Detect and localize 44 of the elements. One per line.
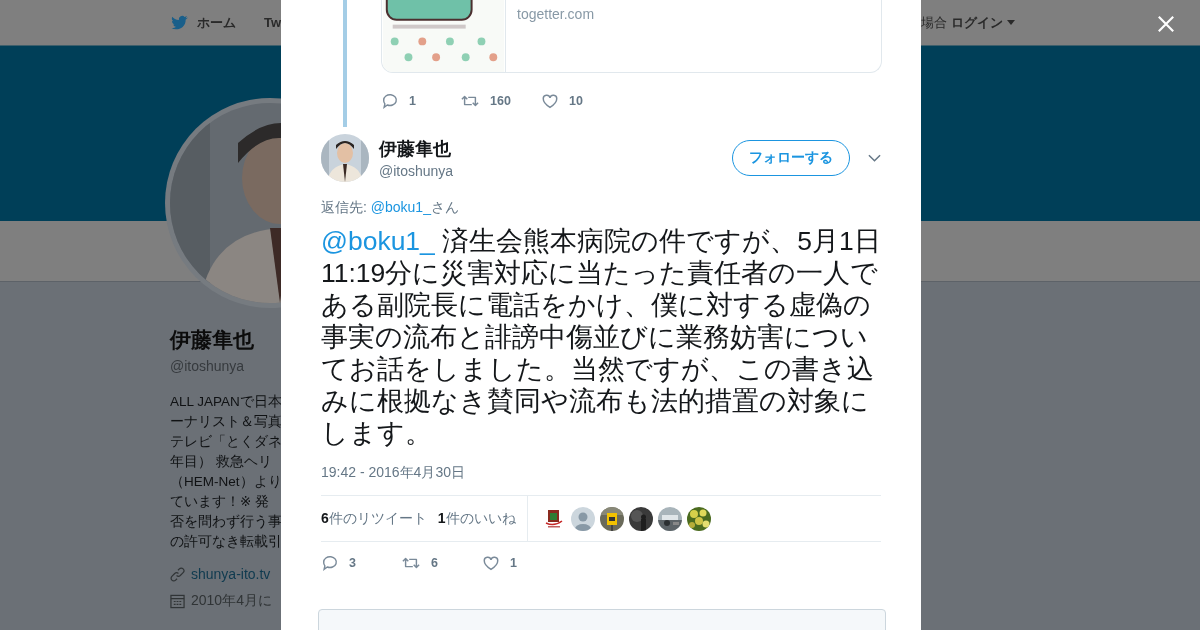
bio-text: ています！※ 発 xyxy=(170,493,271,511)
close-icon[interactable] xyxy=(1157,15,1175,33)
card-domain: togetter.com xyxy=(516,5,595,24)
bio-text: 年目） 救急ヘリ xyxy=(170,453,273,471)
reply-icon[interactable] xyxy=(321,554,339,572)
action-count: 1 xyxy=(409,94,416,108)
join-date-text: 2010年4月に xyxy=(191,592,272,610)
link-card[interactable]: togetter.com xyxy=(381,0,882,73)
home-link[interactable]: ホーム xyxy=(197,13,236,32)
mention-link[interactable]: @boku1_ xyxy=(370,199,431,215)
action-count: 10 xyxy=(569,94,583,108)
login-link[interactable]: ログイン xyxy=(951,13,1003,32)
action-count: 3 xyxy=(349,556,356,570)
stat-link[interactable]: 6件のリツイート xyxy=(321,509,427,528)
link-icon xyxy=(170,566,185,582)
calendar-icon xyxy=(170,593,185,609)
bio-text: ーナリスト＆写真 xyxy=(170,413,281,431)
action-count: 6 xyxy=(431,556,438,570)
bio-text: 否を問わず行う事 xyxy=(170,513,281,531)
profile-name: 伊藤隼也 xyxy=(170,327,255,353)
bio-text: ALL JAPANで日本 xyxy=(170,393,281,411)
nav-link[interactable]: Tw xyxy=(264,15,282,30)
login-prompt-text: 場合 xyxy=(921,13,947,32)
bio-text: の許可なき転載引 xyxy=(170,533,281,551)
author-handle: @itoshunya xyxy=(379,163,454,179)
caret-icon[interactable] xyxy=(1007,20,1015,25)
bird-logo-icon[interactable] xyxy=(170,14,190,31)
like-icon[interactable] xyxy=(541,92,559,110)
chevron-down-icon[interactable] xyxy=(868,154,881,162)
action-count: 1 xyxy=(510,556,517,570)
reply-icon[interactable] xyxy=(381,92,399,110)
tweet-timestamp: 19:42 - 2016年4月30日 xyxy=(321,464,466,482)
website-link[interactable]: shunya-ito.tv xyxy=(191,566,271,582)
like-icon[interactable] xyxy=(482,554,500,572)
stat-link[interactable]: 1件のいいね xyxy=(437,509,516,528)
action-count: 160 xyxy=(490,94,511,108)
mention-link[interactable]: @boku1_ xyxy=(321,226,435,256)
profile-handle: @itoshunya xyxy=(170,358,246,374)
follow-button[interactable]: フォローする xyxy=(732,140,850,176)
bio-text: テレビ「とくダネ xyxy=(170,433,281,451)
tweet-text: @boku1_ 済生会熊本病院の件ですが、5月1日11:19分に災害対応に当たった責任者の一人である副院長に電話をかけ、僕に対する虚偽の事実の流布と誹謗中傷並びに業務妨害についてお話をしました。当然ですが、この書き込みに根拠なき賛同や流布も法的措置の対象にします。 xyxy=(321,225,881,449)
author-name: 伊藤隼也 xyxy=(379,138,452,161)
reply-to-text: 返信先: @boku1_さん xyxy=(321,199,460,217)
bio-text: （HEM-Net）より xyxy=(170,473,281,491)
